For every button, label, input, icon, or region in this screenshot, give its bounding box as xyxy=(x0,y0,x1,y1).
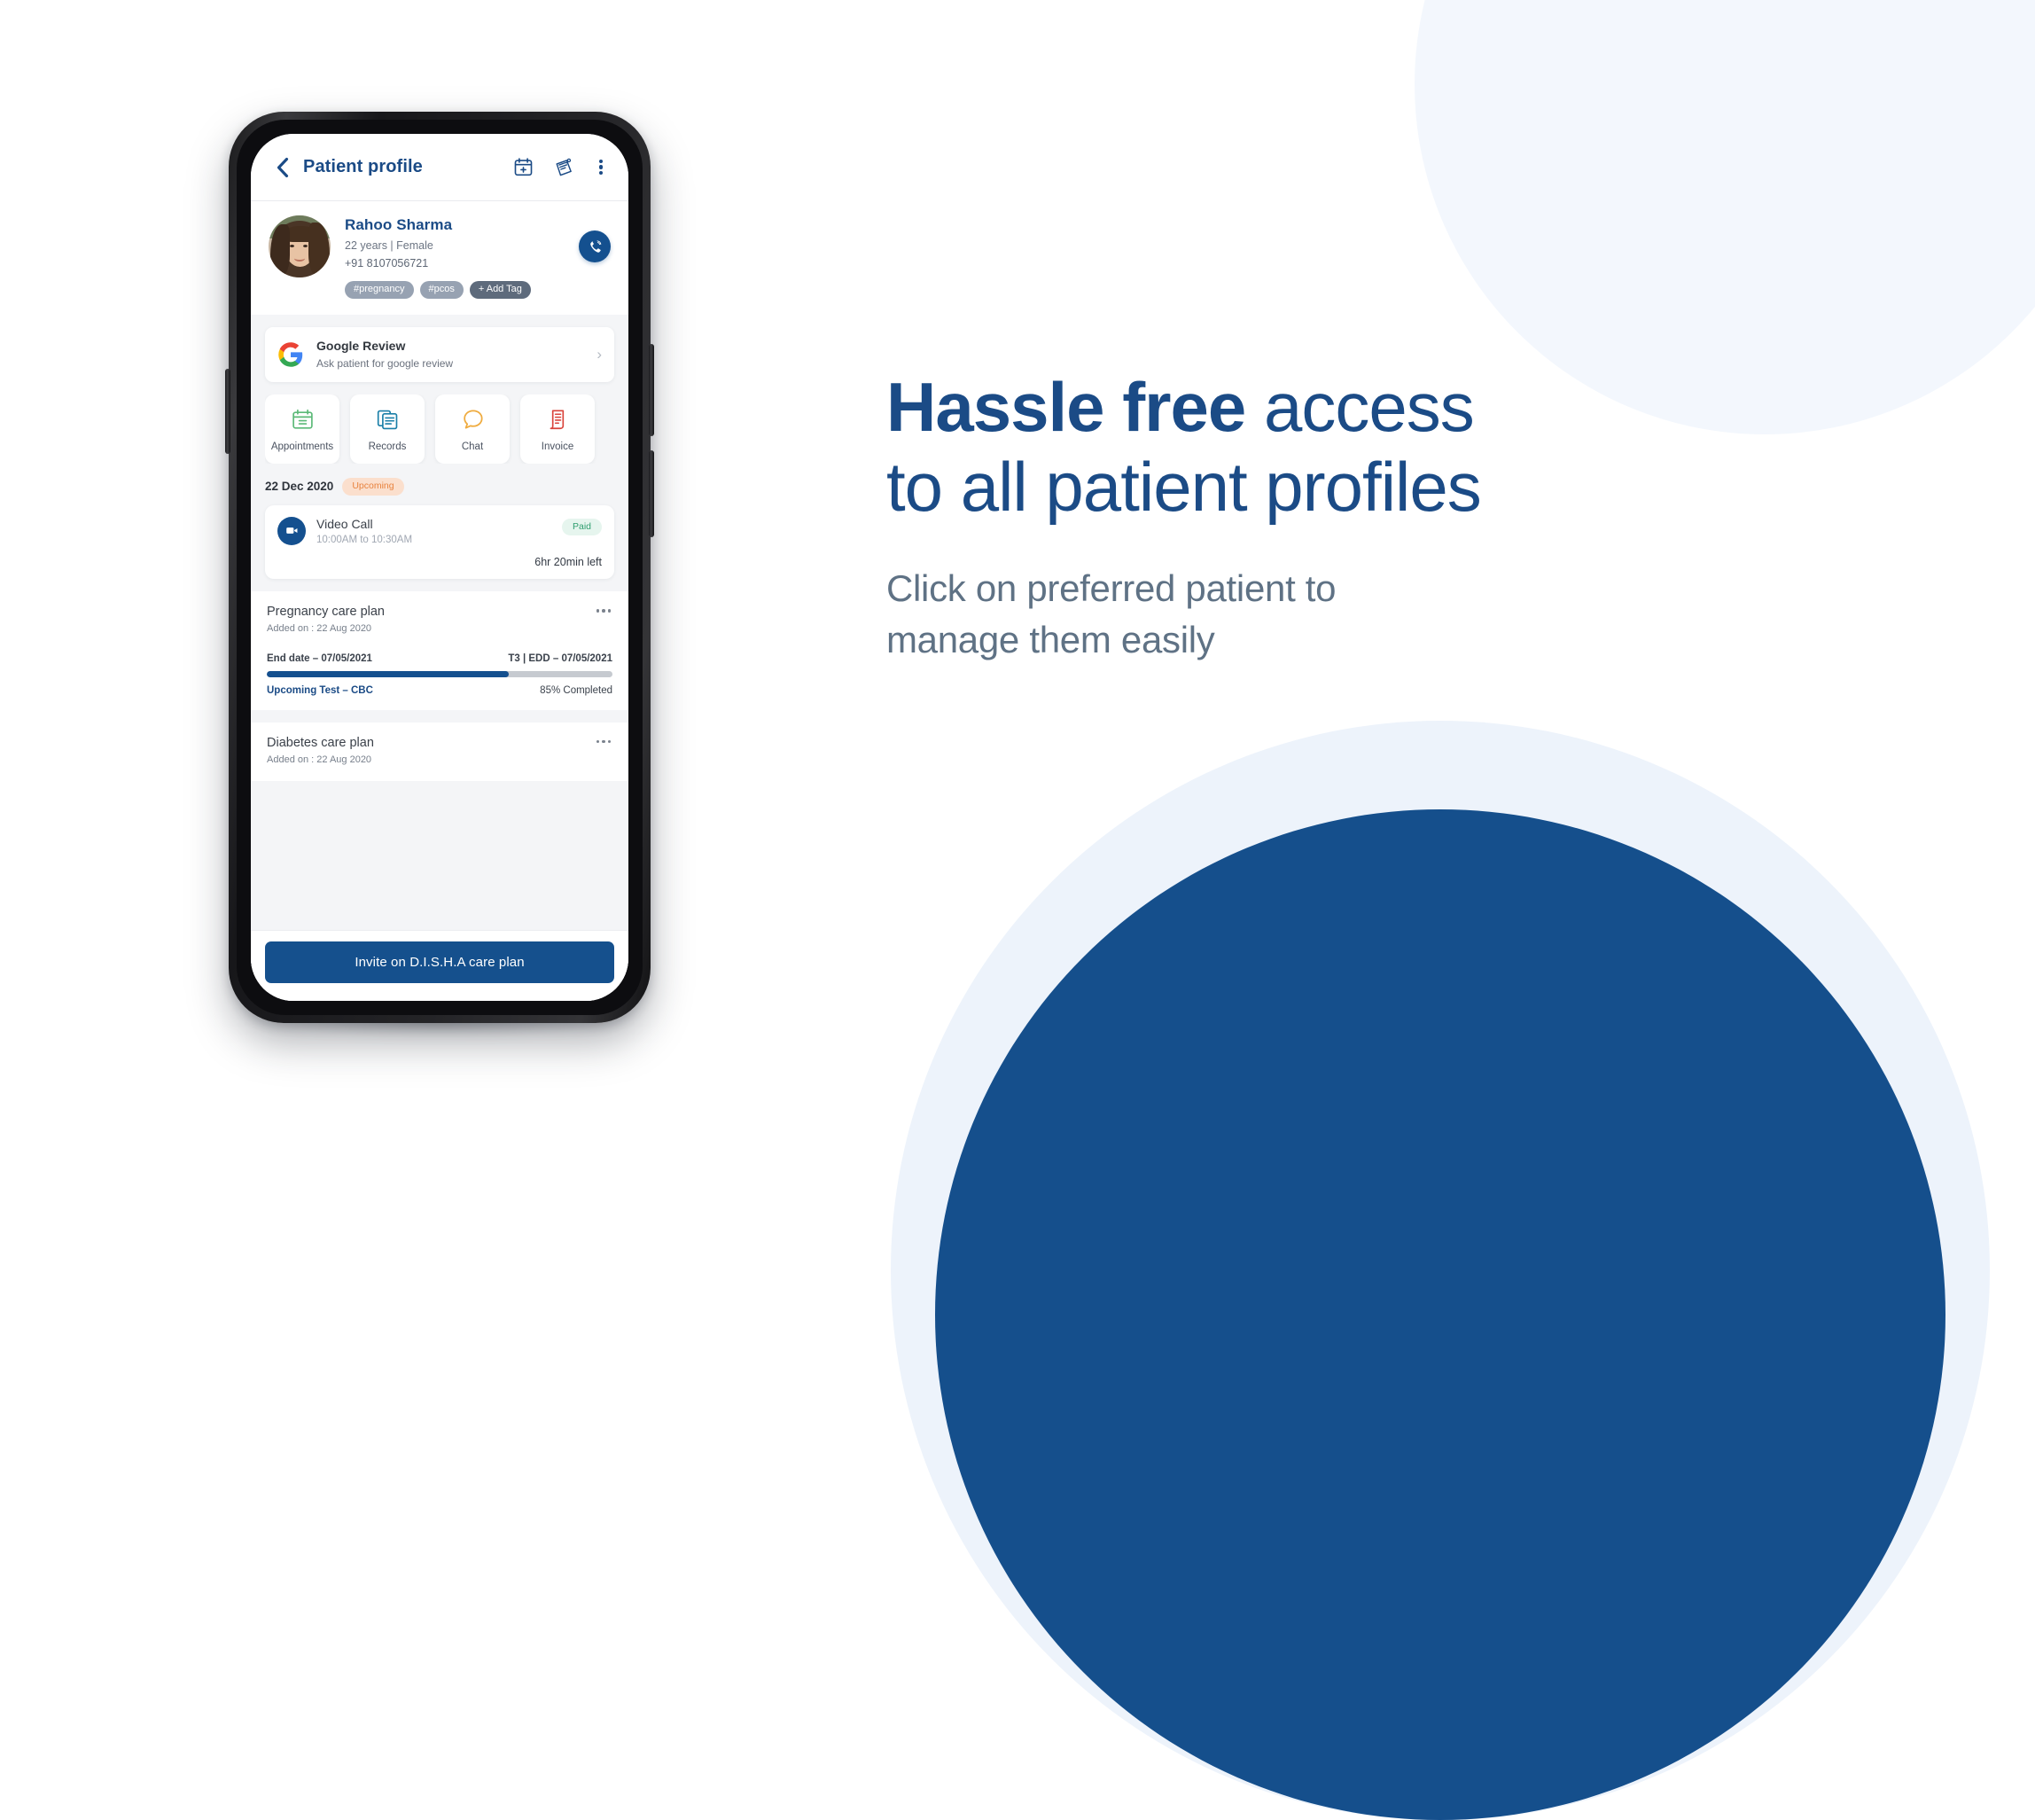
care-plan-progress-labels: Upcoming Test – CBC 85% Completed xyxy=(267,685,612,696)
calendar-icon xyxy=(291,406,315,433)
video-camera-icon xyxy=(277,516,306,545)
care-plan-title-wrap: Pregnancy care plan Added on : 22 Aug 20… xyxy=(267,604,589,636)
appointment-time: 10:00AM to 10:30AM xyxy=(316,535,413,546)
care-plan-title: Diabetes care plan xyxy=(267,735,374,750)
tag-pcos[interactable]: #pcos xyxy=(419,280,464,299)
care-plan-end-date: End date – 07/05/2021 xyxy=(267,652,372,664)
care-plan-edd: T3 | EDD – 07/05/2021 xyxy=(508,652,612,664)
documents-icon xyxy=(376,406,400,433)
status-badge: Upcoming xyxy=(342,478,404,496)
decorative-circle-bottom-inner xyxy=(935,809,1945,1820)
headline-emphasis: Hassle free xyxy=(886,368,1246,446)
call-patient-button[interactable] xyxy=(579,230,611,262)
more-horizontal-icon[interactable] xyxy=(589,604,613,613)
appointment-type: Video Call xyxy=(316,516,373,531)
google-review-text: Google Review Ask patient for google rev… xyxy=(316,339,589,371)
header-actions xyxy=(511,156,609,179)
google-review-card[interactable]: Google Review Ask patient for google rev… xyxy=(265,326,614,382)
headline-rest: access xyxy=(1245,368,1475,446)
headline-line-2: to all patient profiles xyxy=(886,448,1482,527)
chevron-right-icon: › xyxy=(596,345,602,363)
quick-action-invoice[interactable]: Invoice xyxy=(520,394,595,464)
care-plan-added-date: Added on : 22 Aug 2020 xyxy=(267,623,372,635)
phone-volume-button-left[interactable] xyxy=(225,369,230,454)
patient-details: Rahoo Sharma 22 years | Female +91 81070… xyxy=(345,215,570,299)
care-plan-title-wrap: Diabetes care plan Added on : 22 Aug 202… xyxy=(267,735,589,767)
appointment-card-top: Video Call 10:00AM to 10:30AM Paid xyxy=(277,516,602,548)
google-review-subtitle: Ask patient for google review xyxy=(316,357,454,370)
care-plan-head: Pregnancy care plan Added on : 22 Aug 20… xyxy=(267,604,612,636)
phone-mockup: Patient profile Rahoo Sharma 22 years | … xyxy=(225,112,654,1037)
phone-power-button[interactable] xyxy=(649,344,654,436)
appointment-section: 22 Dec 2020 Upcoming Video Call 10:00AM … xyxy=(265,478,614,580)
patient-summary: Rahoo Sharma 22 years | Female +91 81070… xyxy=(251,201,628,315)
google-logo-icon xyxy=(277,341,304,368)
subheadline: Click on preferred patient to manage them… xyxy=(886,563,1879,666)
patient-tags: #pregnancy #pcos + Add Tag xyxy=(345,280,570,299)
care-plan-progress-bar[interactable] xyxy=(267,670,612,677)
quick-action-records[interactable]: Records xyxy=(350,394,425,464)
quick-action-label: Appointments xyxy=(270,441,334,452)
invite-care-plan-button[interactable]: Invite on D.I.S.H.A care plan xyxy=(265,941,614,983)
calendar-add-icon[interactable] xyxy=(511,156,534,179)
page-title: Patient profile xyxy=(303,157,423,176)
subheadline-line-1: Click on preferred patient to xyxy=(886,566,1337,609)
payment-status-badge: Paid xyxy=(561,518,602,535)
quick-action-label: Invoice xyxy=(541,441,574,452)
marketing-copy: Hassle free access to all patient profile… xyxy=(886,367,1879,666)
subheadline-line-2: manage them easily xyxy=(886,618,1215,660)
invoice-icon xyxy=(546,406,570,433)
care-plan-head: Diabetes care plan Added on : 22 Aug 202… xyxy=(267,735,612,767)
patient-name: Rahoo Sharma xyxy=(345,216,453,233)
care-plan-progress-fill xyxy=(267,670,509,677)
care-plan-added-date: Added on : 22 Aug 2020 xyxy=(267,754,372,766)
care-plan-dates-row: End date – 07/05/2021 T3 | EDD – 07/05/2… xyxy=(267,653,612,664)
more-horizontal-icon[interactable] xyxy=(589,735,613,744)
phone-screen: Patient profile Rahoo Sharma 22 years | … xyxy=(251,134,628,1001)
care-plan-completion: 85% Completed xyxy=(540,684,612,696)
app-scroll-body[interactable]: Rahoo Sharma 22 years | Female +91 81070… xyxy=(251,201,628,1001)
phone-volume-button-right[interactable] xyxy=(649,450,654,537)
app-footer: Invite on D.I.S.H.A care plan xyxy=(251,930,628,1001)
care-plan-card-diabetes[interactable]: Diabetes care plan Added on : 22 Aug 202… xyxy=(251,722,628,781)
prescription-pad-icon[interactable] xyxy=(552,156,575,179)
add-tag-button[interactable]: + Add Tag xyxy=(469,280,531,299)
chat-bubble-icon xyxy=(461,406,485,433)
care-plan-title: Pregnancy care plan xyxy=(267,605,385,620)
quick-action-chat[interactable]: Chat xyxy=(435,394,510,464)
quick-action-label: Records xyxy=(368,441,407,452)
care-plan-card-pregnancy[interactable]: Pregnancy care plan Added on : 22 Aug 20… xyxy=(251,591,628,710)
appointment-type-info: Video Call 10:00AM to 10:30AM xyxy=(316,517,562,548)
appointment-countdown: 6hr 20min left xyxy=(534,556,602,569)
phone-frame: Patient profile Rahoo Sharma 22 years | … xyxy=(225,112,654,1023)
avatar xyxy=(269,215,331,277)
google-review-title: Google Review xyxy=(316,338,406,353)
more-vertical-icon[interactable] xyxy=(593,156,609,179)
appointment-date-row: 22 Dec 2020 Upcoming xyxy=(265,478,614,496)
appointment-card[interactable]: Video Call 10:00AM to 10:30AM Paid 6hr 2… xyxy=(265,504,614,580)
quick-action-appointments[interactable]: Appointments xyxy=(265,394,339,464)
tag-pregnancy[interactable]: #pregnancy xyxy=(345,280,414,299)
care-plan-upcoming-test: Upcoming Test – CBC xyxy=(267,684,373,696)
quick-action-label: Chat xyxy=(461,441,484,452)
phone-bezel: Patient profile Rahoo Sharma 22 years | … xyxy=(237,120,643,1015)
app-header: Patient profile xyxy=(251,134,628,201)
back-button[interactable] xyxy=(269,154,295,181)
quick-actions-row[interactable]: Appointments Records Chat Invoice xyxy=(265,394,628,464)
headline: Hassle free access to all patient profile… xyxy=(886,367,1879,527)
patient-phone-number: +91 8107056721 xyxy=(345,256,429,269)
patient-demographics: 22 years | Female xyxy=(345,239,433,253)
appointment-date: 22 Dec 2020 xyxy=(265,480,334,494)
